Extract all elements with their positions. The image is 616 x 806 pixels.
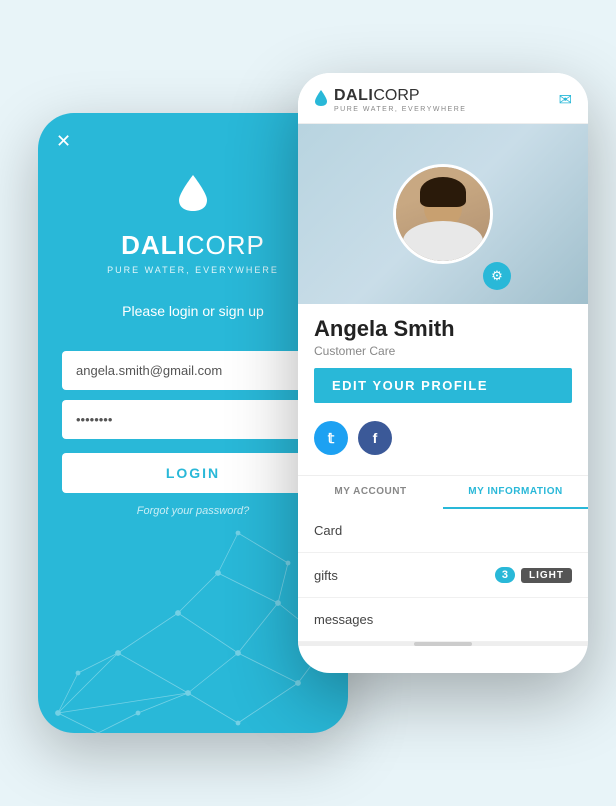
menu-item-card[interactable]: Card bbox=[298, 509, 588, 553]
settings-gear-icon[interactable]: ⚙ bbox=[483, 262, 511, 290]
email-input[interactable] bbox=[62, 351, 324, 390]
tagline-front: PURE WATER, EVERYWHERE bbox=[334, 106, 466, 113]
menu-item-gifts-label: gifts bbox=[314, 568, 338, 583]
brand-back: DALI CORP bbox=[121, 230, 265, 261]
profile-background bbox=[298, 124, 588, 304]
brand-dali-front: DALI bbox=[334, 87, 373, 105]
water-drop-small-icon bbox=[314, 89, 328, 112]
phones-container: ✕ DALI CORP PURE WATER, EVERYWHERE Pleas… bbox=[18, 53, 598, 753]
menu-list: Card gifts 3 LIGHT messages bbox=[298, 509, 588, 642]
brand-corp-front: CORP bbox=[373, 87, 419, 105]
menu-item-gifts[interactable]: gifts 3 LIGHT bbox=[298, 553, 588, 598]
gifts-badge: 3 bbox=[495, 567, 515, 583]
menu-item-messages-label: messages bbox=[314, 612, 373, 627]
profile-info: Angela Smith Customer Care EDiT YOUR PRO… bbox=[298, 304, 588, 475]
close-button[interactable]: ✕ bbox=[56, 131, 71, 152]
light-tag: LIGHT bbox=[521, 568, 572, 583]
avatar bbox=[393, 164, 493, 264]
twitter-button[interactable]: 𝕥 bbox=[314, 421, 348, 455]
facebook-icon: f bbox=[373, 430, 378, 446]
profile-tabs: MY ACCOUNT MY INFORMATION bbox=[298, 475, 588, 509]
profile-image-area: ⚙ bbox=[298, 124, 588, 304]
avatar-face bbox=[396, 167, 490, 261]
phone-profile: DALI CORP PURE WATER, EVERYWHERE ✉ ⚙ bbox=[298, 73, 588, 673]
password-input[interactable] bbox=[62, 400, 324, 439]
tab-my-information[interactable]: MY INFORMATION bbox=[443, 476, 588, 509]
avatar-hair bbox=[420, 177, 466, 207]
scroll-handle bbox=[414, 642, 472, 646]
login-button[interactable]: LOGIN bbox=[62, 453, 324, 493]
login-subtitle: Please login or sign up bbox=[122, 303, 264, 319]
profile-name: Angela Smith bbox=[314, 316, 572, 342]
water-drop-icon bbox=[177, 173, 209, 218]
tab-my-account[interactable]: MY ACCOUNT bbox=[298, 476, 443, 509]
menu-item-card-label: Card bbox=[314, 523, 342, 538]
gifts-badges: 3 LIGHT bbox=[495, 567, 572, 583]
twitter-icon: 𝕥 bbox=[328, 430, 335, 447]
email-icon[interactable]: ✉ bbox=[559, 90, 572, 110]
brand-dali-back: DALI bbox=[121, 230, 186, 261]
brand-front: DALI CORP PURE WATER, EVERYWHERE bbox=[314, 87, 466, 113]
edit-profile-button[interactable]: EDiT YOUR PROFILE bbox=[314, 368, 572, 403]
profile-role: Customer Care bbox=[314, 344, 572, 358]
tagline-back: PURE WATER, EVERYWHERE bbox=[107, 265, 279, 275]
facebook-button[interactable]: f bbox=[358, 421, 392, 455]
brand-corp-back: CORP bbox=[186, 230, 265, 261]
social-icons: 𝕥 f bbox=[314, 413, 572, 467]
scroll-hint bbox=[298, 642, 588, 646]
profile-header: DALI CORP PURE WATER, EVERYWHERE ✉ bbox=[298, 73, 588, 124]
menu-item-messages[interactable]: messages bbox=[298, 598, 588, 642]
